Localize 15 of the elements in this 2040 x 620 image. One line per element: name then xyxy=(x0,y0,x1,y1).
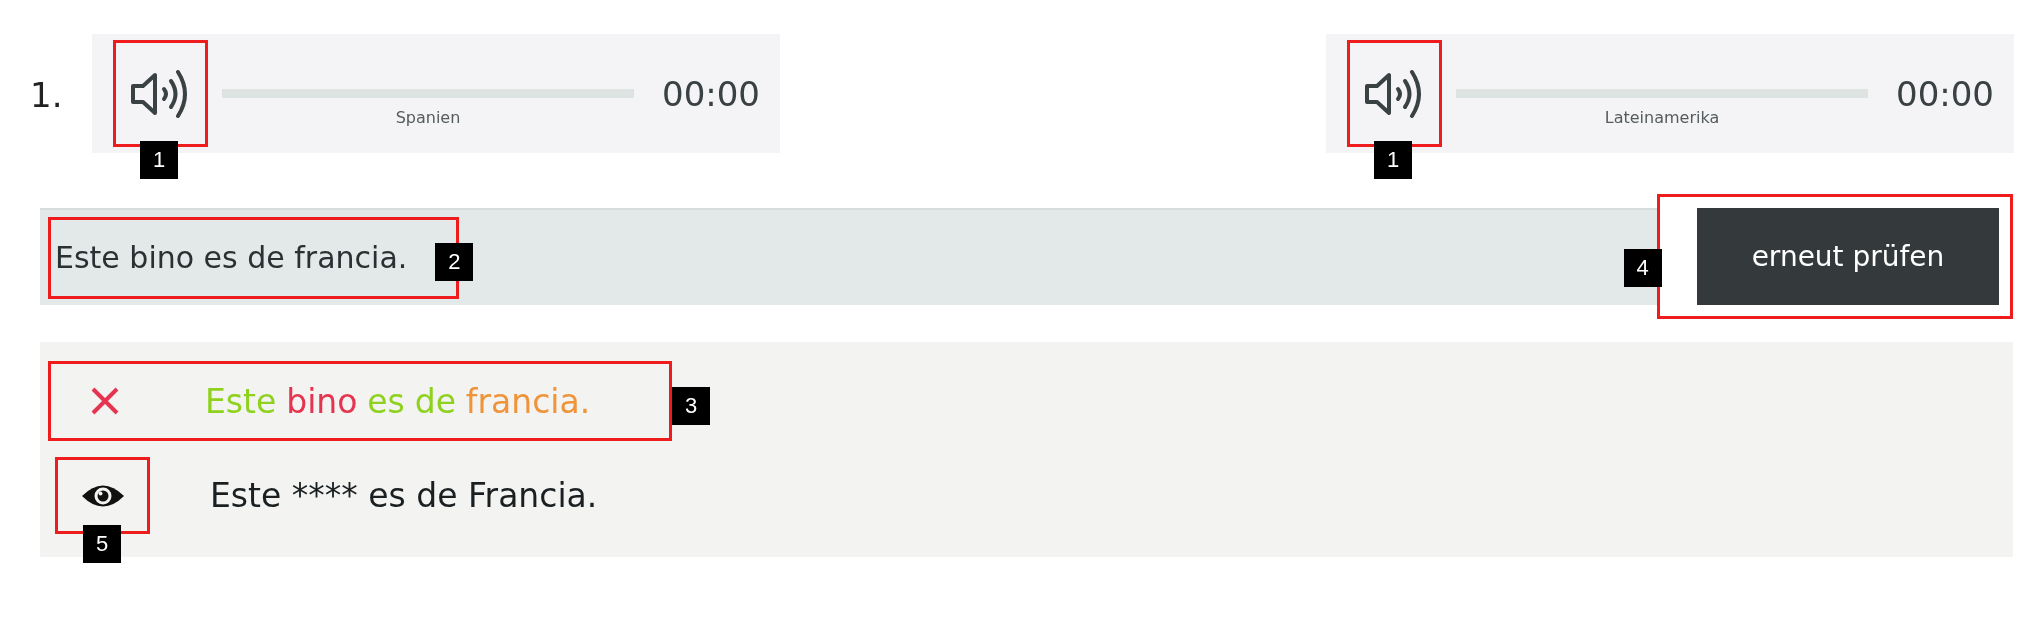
check-button[interactable]: erneut prüfen xyxy=(1697,208,1999,305)
item-number: 1. xyxy=(30,74,64,112)
player-label: Lateinamerika xyxy=(1604,109,1720,126)
answer-text: Este bino es de francia. xyxy=(55,242,408,273)
graded-answer: Este bino es de francia. xyxy=(205,384,591,418)
callout-badge: 1 xyxy=(140,141,178,179)
player-label: Spanien xyxy=(395,109,461,126)
callout-badge: 1 xyxy=(1374,141,1412,179)
callout-badge: 3 xyxy=(672,387,710,425)
solution-text: Este **** es de Francia. xyxy=(210,479,598,512)
callout-badge: 4 xyxy=(1623,249,1662,287)
callout-badge: 2 xyxy=(435,242,474,281)
time-display: 00:00 xyxy=(662,76,760,111)
time-display: 00:00 xyxy=(1896,76,1994,111)
callout-badge: 5 xyxy=(83,525,121,563)
